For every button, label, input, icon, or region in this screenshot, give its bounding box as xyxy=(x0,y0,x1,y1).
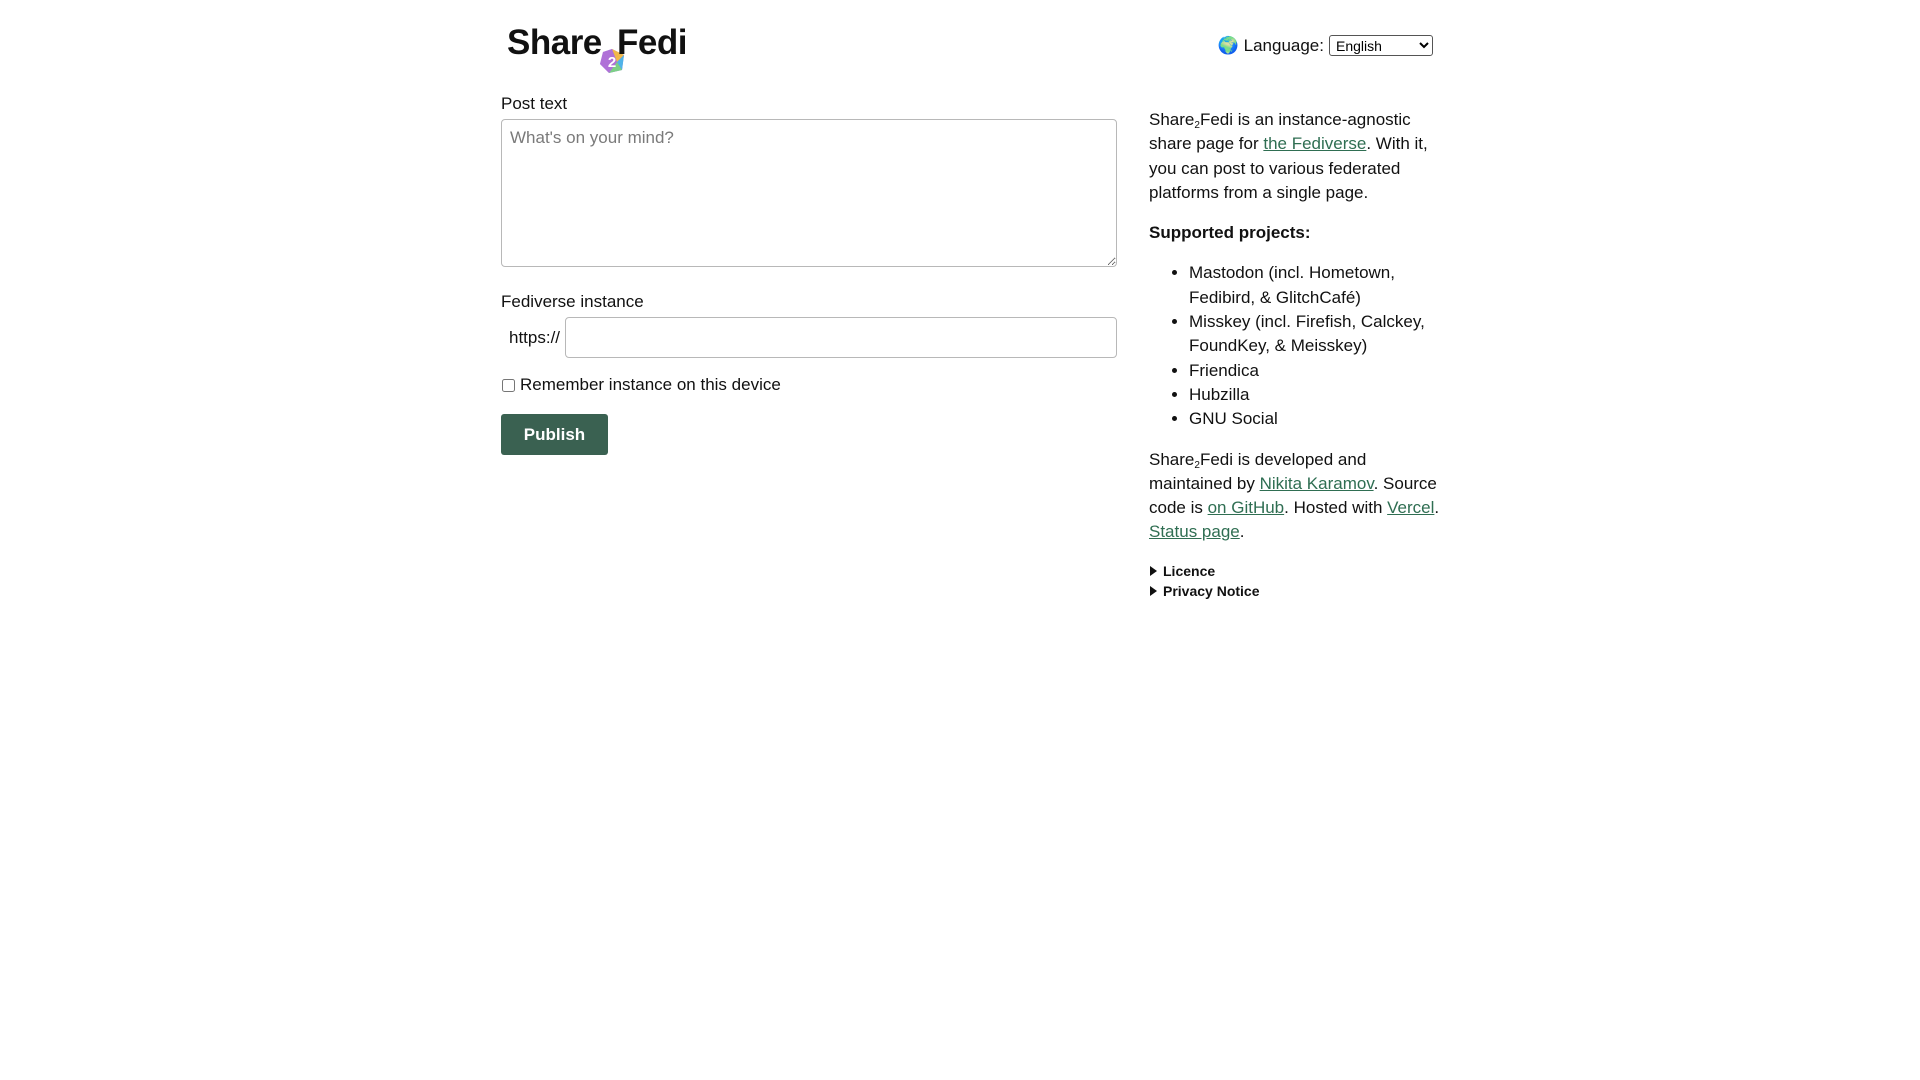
disclosure-triangle-icon xyxy=(1150,585,1157,596)
status-page-link[interactable]: Status page xyxy=(1149,522,1240,541)
github-link[interactable]: on GitHub xyxy=(1208,498,1285,517)
remember-label: Remember instance on this device xyxy=(520,375,781,394)
page: Share 2 Fedi 🌍 Language: English Post te… xyxy=(0,0,1920,1080)
licence-disclosure[interactable]: Licence xyxy=(1149,561,1449,581)
logo-text-share: Share xyxy=(507,23,602,62)
privacy-notice-summary: Privacy Notice xyxy=(1163,582,1260,599)
logo-sub-two: 2 xyxy=(608,54,616,71)
dev-name-b: Fedi xyxy=(1199,449,1234,469)
dev-text-3: . Hosted with xyxy=(1284,498,1388,518)
intro-name-a: Share xyxy=(1149,110,1195,129)
supported-heading: Supported projects: xyxy=(1149,223,1311,243)
intro-paragraph: Share2Fedi is an instance-agnostic share… xyxy=(1149,108,1449,205)
project-item-mastodon: Mastodon (incl. Hometown, Fedibird, & Gl… xyxy=(1189,261,1449,310)
developer-paragraph: Share2Fedi is developed and maintained b… xyxy=(1149,448,1449,545)
instance-row: https:// xyxy=(501,317,1117,358)
licence-summary: Licence xyxy=(1163,562,1216,579)
post-text-input[interactable] xyxy=(501,119,1117,267)
project-item-gnu-social: GNU Social xyxy=(1189,407,1449,431)
language-label: Language: xyxy=(1243,35,1324,55)
supported-projects-list: Mastodon (incl. Hometown, Fedibird, & Gl… xyxy=(1149,261,1449,431)
language-switcher: 🌍 Language: English xyxy=(1217,35,1433,56)
dev-name-a: Share xyxy=(1149,449,1195,469)
dev-text-4: . xyxy=(1434,498,1440,518)
privacy-notice-disclosure[interactable]: Privacy Notice xyxy=(1149,581,1449,601)
info-sidebar: Share2Fedi is an instance-agnostic share… xyxy=(1149,108,1449,601)
logo-text-fedi: Fedi xyxy=(617,23,687,62)
intro-name-b: Fedi xyxy=(1199,110,1234,129)
instance-block: Fediverse instance https:// xyxy=(501,292,1117,358)
instance-prefix: https:// xyxy=(509,327,561,347)
remember-checkbox[interactable] xyxy=(502,378,515,392)
vercel-link[interactable]: Vercel xyxy=(1387,498,1434,517)
publish-button[interactable]: Publish xyxy=(501,414,608,455)
author-link[interactable]: Nikita Karamov xyxy=(1260,474,1374,493)
project-item-friendica: Friendica xyxy=(1189,359,1449,383)
language-select[interactable]: English xyxy=(1329,35,1433,56)
disclosure-triangle-icon xyxy=(1150,565,1157,576)
post-text-label: Post text xyxy=(501,94,568,113)
share-form: Post text Fediverse instance https:// Re… xyxy=(501,94,1117,455)
globe-icon: 🌍 xyxy=(1217,35,1239,55)
dev-text-5: . xyxy=(1239,522,1245,542)
fediverse-link[interactable]: the Fediverse xyxy=(1263,134,1366,153)
project-item-hubzilla: Hubzilla xyxy=(1189,383,1449,407)
instance-label: Fediverse instance xyxy=(501,292,644,311)
instance-input[interactable] xyxy=(565,317,1117,358)
remember-instance[interactable]: Remember instance on this device xyxy=(501,375,1117,395)
project-item-misskey: Misskey (incl. Firefish, Calckey, FoundK… xyxy=(1189,310,1449,359)
share2fedi-logo[interactable]: Share 2 Fedi xyxy=(507,24,707,74)
